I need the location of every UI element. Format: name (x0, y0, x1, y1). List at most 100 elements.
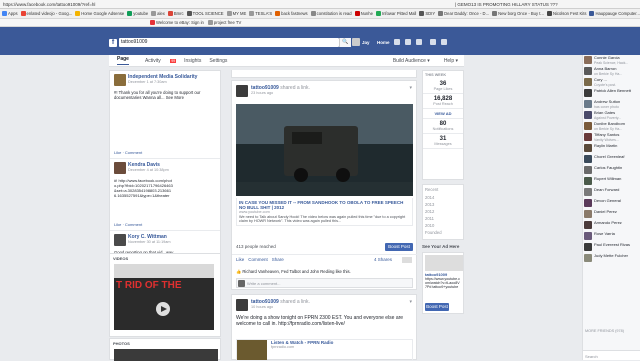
page-avatar-selector[interactable] (402, 257, 412, 263)
bookmark-item[interactable]: TESLA'S (249, 11, 272, 16)
share-link[interactable]: Share (272, 257, 284, 262)
link-title[interactable]: IN CASE YOU MISSED IT -- FROM SANDHOOK T… (239, 200, 410, 210)
chat-contact[interactable]: Donibe Bandborn on Berkie Sy Ha... (583, 121, 640, 132)
video-thumbnail[interactable]: T RID OF THE (114, 264, 214, 330)
bookmark-item[interactable]: MY ME (226, 11, 246, 16)
bookmark-item[interactable]: back fastnews (275, 11, 308, 16)
like-link[interactable]: Like (236, 257, 244, 262)
chat-contact[interactable]: Anna Barron on Berkie Sy Ha... (583, 66, 640, 77)
url-text[interactable]: https://www.facebook.com/tattoo91009/?re… (3, 2, 95, 7)
bookmark-item[interactable]: Hauppauge Computer... (589, 11, 640, 16)
stat-item[interactable]: 80 Notifications (423, 119, 463, 134)
chat-contact[interactable]: Dean Forward (583, 187, 640, 198)
chat-contact[interactable]: Patrick Allen Bennett (583, 88, 640, 99)
year-link[interactable]: 2012 (425, 208, 463, 215)
privacy-icon[interactable] (430, 39, 436, 45)
chat-contact[interactable]: Rupert Willman (583, 176, 640, 187)
year-link[interactable]: 2014 (425, 194, 463, 201)
search-icon[interactable]: 🔍 (339, 38, 351, 47)
facebook-logo-icon[interactable]: f (109, 39, 117, 47)
post-time[interactable]: December 4 at 10:38pm (128, 168, 169, 172)
comment-box[interactable]: Write a comment... (236, 278, 413, 288)
chat-contact[interactable]: Cory ... Coyote's post. (583, 77, 640, 88)
more-friends-label[interactable]: MORE FRIENDS (978) (585, 329, 624, 333)
chat-search-input[interactable]: Search (583, 350, 640, 360)
link-preview[interactable]: Listen & Watch - FPRN Radio fprnradio.co… (236, 339, 413, 361)
stat-item[interactable]: 36 Page Likes (423, 79, 463, 94)
stat-item[interactable]: 16,828 Post Reach (423, 94, 463, 109)
help-menu[interactable]: Help ▾ (444, 58, 458, 64)
post-time[interactable]: November 30 at 11:19am (128, 240, 171, 244)
chat-contact[interactable]: Raylin Martin (583, 143, 640, 154)
post-actions[interactable]: Like · Comment (114, 150, 142, 155)
photo-thumbnail[interactable] (114, 349, 218, 361)
tab-settings[interactable]: Settings (209, 58, 227, 64)
avatar[interactable] (352, 38, 360, 46)
boost-post-button[interactable]: Boost Post (385, 243, 413, 251)
tab-insights[interactable]: Insights (184, 58, 201, 64)
bookmark-ebay[interactable]: Welcome to eBay: Sign in (150, 20, 204, 25)
stat-item[interactable]: VIEW AD (423, 109, 463, 119)
chat-contact[interactable]: Devon General (583, 198, 640, 209)
bookmark-item[interactable]: Home Google Adsense (75, 11, 124, 16)
link-preview-image[interactable] (236, 104, 413, 196)
settings-icon[interactable] (441, 39, 447, 45)
bookmark-item[interactable]: Infowar Pitted Mall (375, 11, 416, 16)
messages-icon[interactable] (405, 39, 411, 45)
post-time[interactable]: December 1 at 7:30am (128, 80, 197, 84)
bookmark-item[interactable]: alex (151, 11, 165, 16)
chat-contact[interactable]: Carlos Faughtin (583, 165, 640, 176)
chat-contact[interactable]: Connie Garcia Peak Science, Hack... (583, 55, 640, 66)
friends-icon[interactable] (394, 39, 400, 45)
stat-item[interactable]: 31 Messages (423, 134, 463, 149)
tab-activity[interactable]: Activity 99 (137, 58, 177, 64)
year-link[interactable]: 2013 (425, 201, 463, 208)
bookmark-item[interactable]: enlated videojo - Goog... (20, 11, 72, 16)
bookmark-item[interactable]: SDIY (419, 11, 435, 16)
post-time[interactable]: 10 hours ago (251, 305, 310, 309)
bookmark-item[interactable]: TOOL SCIENCE (186, 11, 224, 16)
bookmark-item[interactable]: Dear Daddy: Once - D... (438, 11, 489, 16)
avatar[interactable] (114, 74, 126, 86)
comment-link[interactable]: Comment (248, 257, 268, 262)
avatar[interactable] (114, 234, 126, 246)
chat-contact[interactable]: Andrew Sutton has cover photo (583, 99, 640, 110)
bookmark-item[interactable]: New borg Once - Buy t... (492, 11, 544, 16)
year-link[interactable]: 2011 (425, 215, 463, 222)
avatar[interactable] (114, 162, 126, 174)
bookmark-item[interactable]: Apps (2, 11, 18, 16)
bookmark-item[interactable]: Nicolson Fest Kits (546, 11, 586, 16)
build-audience-menu[interactable]: Build Audience ▾ (393, 58, 430, 64)
nav-home-link[interactable]: Home (377, 40, 390, 45)
chat-contact[interactable]: Judy Mette Fulcher (583, 253, 640, 264)
chevron-down-icon[interactable]: ▾ (409, 299, 412, 311)
bookmark-item[interactable]: constitution is read (310, 11, 352, 16)
nav-profile-link[interactable]: Jay (362, 40, 370, 45)
facebook-search-input[interactable]: tattoo91009 (119, 38, 339, 47)
shares-count[interactable]: 4 Shares (374, 257, 392, 262)
chat-contact[interactable]: Armando Perez (583, 220, 640, 231)
notifications-icon[interactable] (416, 39, 422, 45)
chat-contact[interactable]: Chorel Greenleaf (583, 154, 640, 165)
post-reach[interactable]: 413 people reached (236, 244, 276, 249)
chat-contact[interactable]: Daniel Perez (583, 209, 640, 220)
bookmark-item[interactable]: youtube (127, 11, 148, 16)
tab-page[interactable]: Page (117, 56, 129, 65)
ad-image[interactable] (425, 255, 463, 271)
bookmark-item[interactable]: Nunhe (354, 11, 373, 16)
comment-input[interactable]: Write a comment... (247, 281, 281, 286)
boost-post-button[interactable]: Boost Post (425, 303, 449, 311)
address-bar[interactable]: https://www.facebook.com/tattoo91009/?re… (0, 0, 640, 9)
post-time[interactable]: 23 hours ago (251, 91, 310, 95)
year-link[interactable]: Founded (425, 229, 463, 236)
chevron-down-icon[interactable]: ▾ (409, 85, 412, 97)
bookmark-item[interactable]: Bmrc (167, 11, 184, 16)
avatar[interactable] (236, 299, 248, 311)
chat-contact[interactable]: Paul Evereest Rivas (583, 242, 640, 253)
bookmark-project-free-tv[interactable]: project free TV (207, 20, 241, 25)
avatar[interactable] (236, 85, 248, 97)
chat-contact[interactable]: Brian Gates Against Poverty... (583, 110, 640, 121)
post-actions[interactable]: Like · Comment (114, 222, 142, 227)
link-preview-text[interactable]: IN CASE YOU MISSED IT -- FROM SANDHOOK T… (236, 198, 413, 226)
chat-contact[interactable]: Tiffany Santos Vanity Wolves... (583, 132, 640, 143)
